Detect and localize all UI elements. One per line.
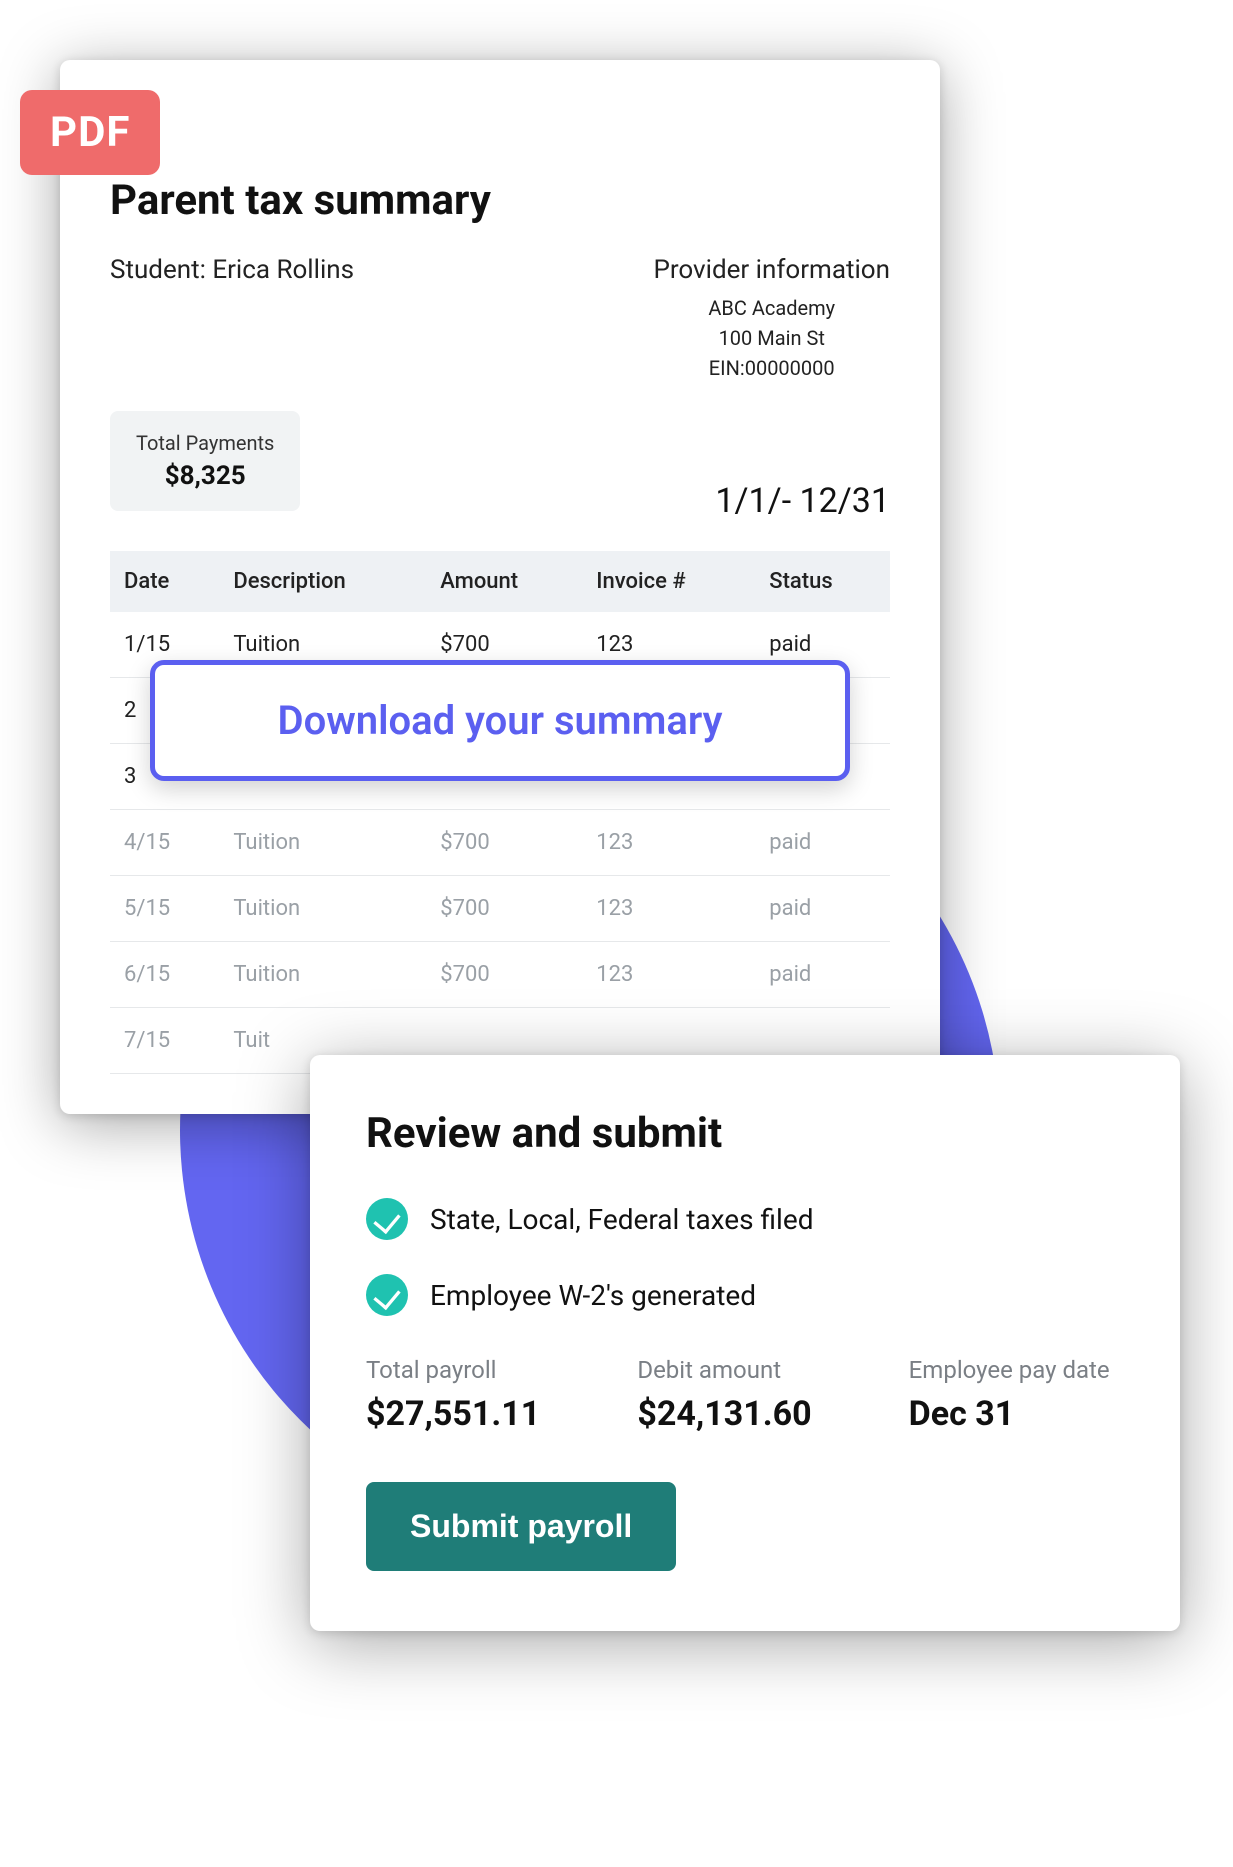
provider-name: ABC Academy — [653, 293, 890, 323]
info-row: Student: Erica Rollins Provider informat… — [110, 255, 890, 383]
student-label: Student: Erica Rollins — [110, 255, 354, 285]
col-date: Date — [110, 551, 219, 612]
cell-date: 4/15 — [110, 810, 219, 876]
col-amount: Amount — [426, 551, 582, 612]
submit-payroll-button[interactable]: Submit payroll — [366, 1482, 676, 1571]
checkmark-icon — [366, 1274, 408, 1316]
provider-address: 100 Main St — [653, 323, 890, 353]
provider-ein: EIN:00000000 — [653, 353, 890, 383]
cell-invoice: 123 — [582, 942, 755, 1008]
cell-date: 5/15 — [110, 876, 219, 942]
provider-heading: Provider information — [653, 255, 890, 285]
provider-info: Provider information ABC Academy 100 Mai… — [653, 255, 890, 383]
cell-description: Tuition — [219, 942, 426, 1008]
review-submit-card: Review and submit State, Local, Federal … — [310, 1055, 1180, 1631]
metric: Debit amount $24,131.60 — [637, 1356, 852, 1434]
metric-label: Total payroll — [366, 1356, 581, 1384]
check-text: Employee W-2's generated — [430, 1279, 756, 1312]
metric-value: $27,551.11 — [366, 1394, 581, 1434]
review-title: Review and submit — [366, 1109, 1124, 1158]
metric-label: Employee pay date — [909, 1356, 1124, 1384]
table-row: 6/15Tuition$700123paid — [110, 942, 890, 1008]
col-invoice: Invoice # — [582, 551, 755, 612]
total-payments-box: Total Payments $8,325 — [110, 411, 300, 511]
cell-status: paid — [755, 942, 890, 1008]
cell-status: paid — [755, 876, 890, 942]
tax-summary-card: Parent tax summary Student: Erica Rollin… — [60, 60, 940, 1114]
tax-summary-title: Parent tax summary — [110, 176, 890, 225]
checkmark-icon — [366, 1198, 408, 1240]
cell-amount: $700 — [426, 876, 582, 942]
cell-amount: $700 — [426, 810, 582, 876]
pdf-badge: PDF — [20, 90, 160, 175]
cell-invoice: 123 — [582, 876, 755, 942]
download-summary-button[interactable]: Download your summary — [150, 660, 850, 781]
cell-status: paid — [755, 810, 890, 876]
total-payments-label: Total Payments — [136, 431, 274, 455]
metric-label: Debit amount — [637, 1356, 852, 1384]
cell-description: Tuition — [219, 810, 426, 876]
cell-amount: $700 — [426, 942, 582, 1008]
check-row: Employee W-2's generated — [366, 1274, 1124, 1316]
table-row: 5/15Tuition$700123paid — [110, 876, 890, 942]
check-row: State, Local, Federal taxes filed — [366, 1198, 1124, 1240]
transactions-table: Date Description Amount Invoice # Status… — [110, 551, 890, 1074]
metric: Employee pay date Dec 31 — [909, 1356, 1124, 1434]
total-payments-value: $8,325 — [136, 461, 274, 491]
metric-value: Dec 31 — [909, 1394, 1124, 1434]
check-text: State, Local, Federal taxes filed — [430, 1203, 814, 1236]
col-status: Status — [755, 551, 890, 612]
cell-date: 6/15 — [110, 942, 219, 1008]
table-row: 4/15Tuition$700123paid — [110, 810, 890, 876]
metric: Total payroll $27,551.11 — [366, 1356, 581, 1434]
metrics-row: Total payroll $27,551.11 Debit amount $24,1… — [366, 1356, 1124, 1434]
metric-value: $24,131.60 — [637, 1394, 852, 1434]
cell-description: Tuition — [219, 876, 426, 942]
col-description: Description — [219, 551, 426, 612]
cell-invoice: 123 — [582, 810, 755, 876]
cell-date: 7/15 — [110, 1008, 219, 1074]
